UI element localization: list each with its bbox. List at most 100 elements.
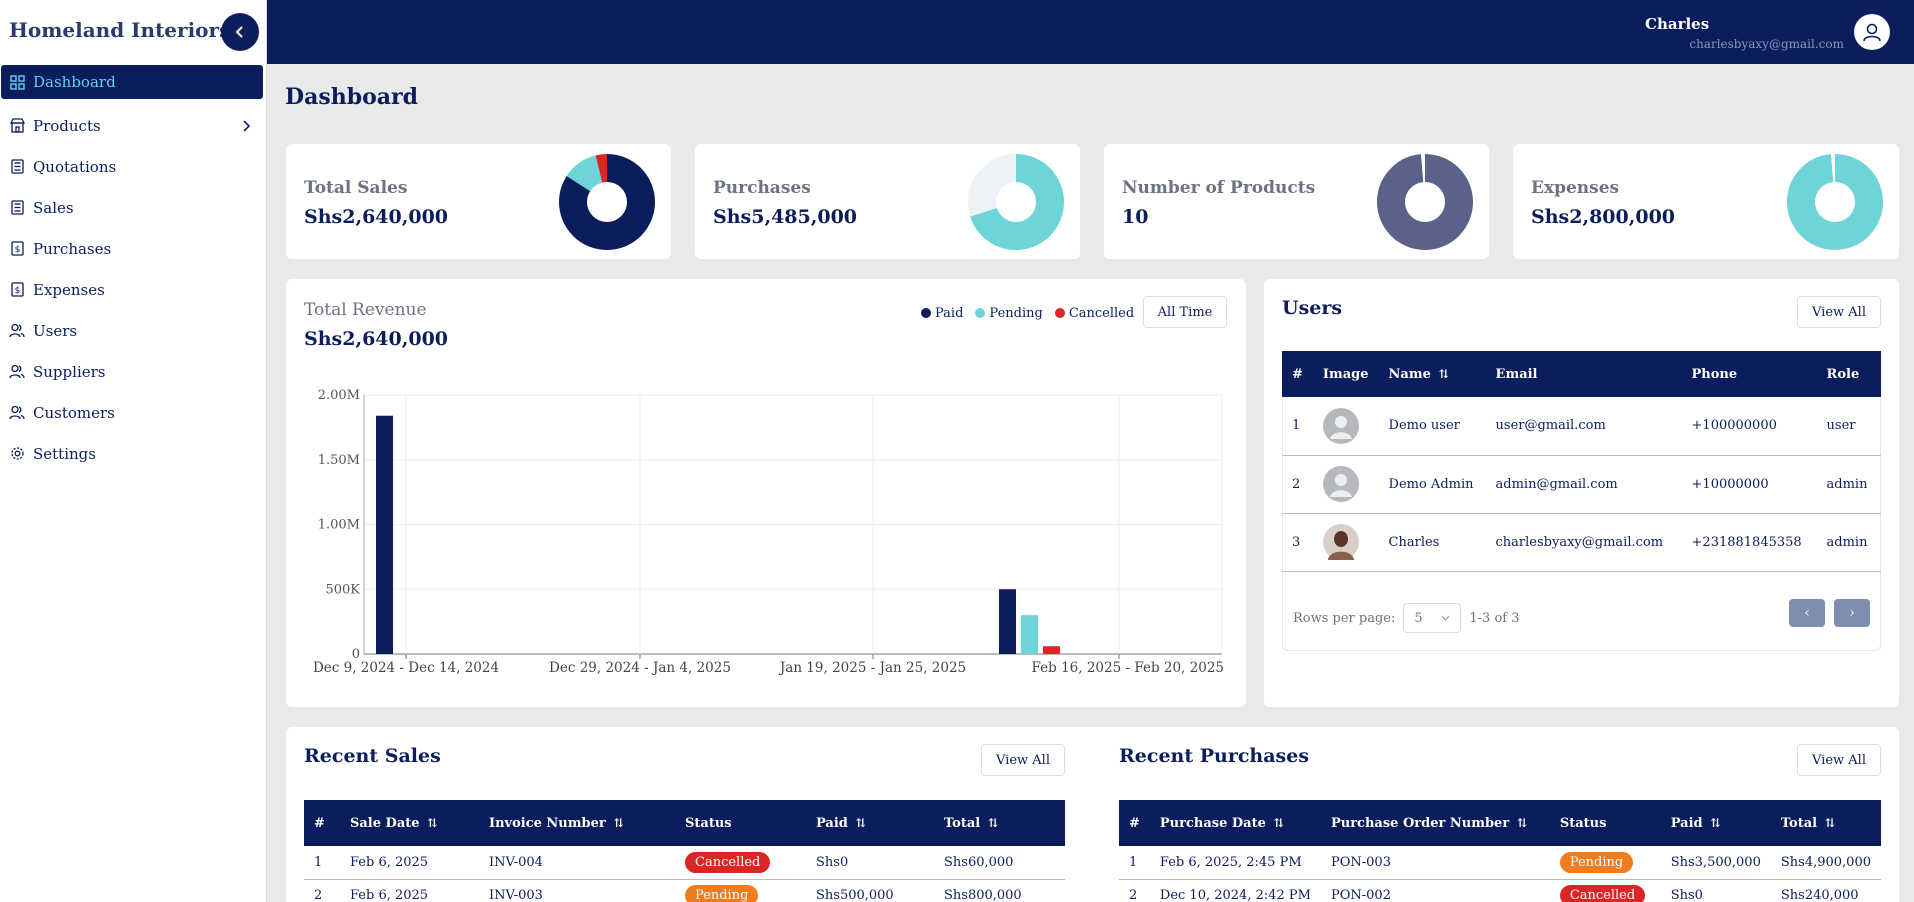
cell-status: Pending — [675, 879, 806, 902]
recent-sales-view-all-button[interactable]: View All — [981, 744, 1065, 776]
svg-text:$: $ — [14, 245, 20, 255]
rows-per-page-label: Rows per page: — [1293, 610, 1396, 626]
y-tick-label: 1.00M — [318, 518, 360, 533]
cell-phone: +10000000 — [1681, 455, 1817, 514]
cell-total: Shs4,900,000 — [1770, 846, 1881, 880]
y-tick-label: 1.50M — [318, 453, 360, 468]
cell-index: 3 — [1282, 513, 1313, 572]
stat-value: Shs5,485,000 — [713, 206, 858, 228]
table-row[interactable]: 3 Charles charlesbyaxy@gmail.com +231881… — [1282, 513, 1881, 572]
stat-label: Expenses — [1531, 178, 1620, 198]
collapse-sidebar-button[interactable] — [221, 13, 259, 51]
bar-paid — [376, 415, 393, 654]
col-paid[interactable]: Paid ⇅ — [806, 800, 934, 846]
sidebar-item-users[interactable]: Users — [0, 310, 267, 351]
sidebar-item-label: Customers — [33, 403, 115, 422]
col-phone: Phone — [1681, 351, 1817, 397]
stat-label: Purchases — [713, 178, 811, 198]
cell-date: Dec 10, 2024, 2:42 PM — [1149, 879, 1321, 902]
donut-chart — [559, 154, 655, 250]
revenue-card: Total Revenue Shs2,640,000 Paid Pending … — [286, 279, 1246, 707]
prev-page-button[interactable]: ‹ — [1789, 599, 1825, 627]
col-image: Image — [1312, 351, 1379, 397]
cell-total: Shs60,000 — [934, 846, 1065, 880]
table-row[interactable]: 2 Dec 10, 2024, 2:42 PM PON-002 Cancelle… — [1119, 879, 1881, 902]
recent-sales-table: # Sale Date ⇅ Invoice Number ⇅ Status Paid… — [304, 800, 1065, 902]
x-tick-label: Jan 19, 2025 - Jan 25, 2025 — [778, 660, 966, 676]
sidebar-item-settings[interactable]: Settings — [0, 433, 267, 474]
cell-index: 1 — [304, 846, 340, 880]
dollar-file-icon: $ — [9, 241, 25, 257]
col-paid[interactable]: Paid ⇅ — [1660, 800, 1771, 846]
x-tick-label: Dec 9, 2024 - Dec 14, 2024 — [313, 660, 499, 676]
stat-value: Shs2,800,000 — [1531, 206, 1676, 228]
col-role: Role — [1816, 351, 1881, 397]
user-avatar-button[interactable] — [1854, 14, 1890, 50]
status-badge: Pending — [1559, 851, 1634, 873]
sidebar-item-products[interactable]: Products — [0, 105, 267, 146]
table-row[interactable]: 1 Demo user user@gmail.com +100000000 us… — [1282, 397, 1881, 456]
stat-label: Number of Products — [1122, 178, 1316, 198]
col-index: # — [304, 800, 340, 846]
revenue-bar-chart: 0500K1.00M1.50M2.00MDec 9, 2024 - Dec 14… — [313, 388, 1224, 676]
table-row[interactable]: 1 Feb 6, 2025 INV-004 Cancelled Shs0 Shs… — [304, 846, 1065, 880]
sidebar-item-expenses[interactable]: $ Expenses — [0, 269, 267, 310]
table-header-row: # Sale Date ⇅ Invoice Number ⇅ Status Paid… — [304, 800, 1065, 846]
table-row[interactable]: 1 Feb 6, 2025, 2:45 PM PON-003 Pending S… — [1119, 846, 1881, 880]
dollar-file-icon: $ — [9, 282, 25, 298]
users-table: # Image Name ⇅ Email Phone Role 1 Demo us… — [1282, 351, 1881, 572]
cell-status: Cancelled — [675, 846, 806, 880]
sidebar-item-dashboard[interactable]: Dashboard — [1, 65, 263, 99]
col-invoice-number[interactable]: Invoice Number ⇅ — [479, 800, 675, 846]
sort-icon: ⇅ — [1825, 815, 1836, 830]
brand-logo[interactable]: Homeland Interiors — [9, 18, 230, 42]
users-icon — [9, 405, 25, 421]
sidebar-item-suppliers[interactable]: Suppliers — [0, 351, 267, 392]
sort-icon: ⇅ — [613, 815, 624, 830]
col-total[interactable]: Total ⇅ — [1770, 800, 1881, 846]
cell-index: 1 — [1119, 846, 1150, 880]
avatar — [1322, 466, 1359, 502]
cell-paid: Shs0 — [806, 846, 934, 880]
next-page-button[interactable]: › — [1834, 599, 1870, 627]
users-view-all-button[interactable]: View All — [1797, 296, 1881, 328]
sort-icon: ⇅ — [1710, 815, 1721, 830]
col-status: Status — [675, 800, 806, 846]
col-sale-date[interactable]: Sale Date ⇅ — [340, 800, 479, 846]
recent-purchases-view-all-button[interactable]: View All — [1797, 744, 1881, 776]
cell-image — [1312, 397, 1379, 456]
col-name[interactable]: Name ⇅ — [1378, 351, 1486, 397]
sidebar-item-purchases[interactable]: $ Purchases — [0, 228, 267, 269]
sidebar-item-sales[interactable]: Sales — [0, 187, 267, 228]
table-row[interactable]: 2 Feb 6, 2025 INV-003 Pending Shs500,000… — [304, 879, 1065, 902]
rows-per-page-select[interactable]: 5 — [1403, 603, 1462, 633]
page-range: 1-3 of 3 — [1469, 610, 1520, 626]
sidebar-item-label: Purchases — [33, 239, 112, 258]
col-total[interactable]: Total ⇅ — [934, 800, 1065, 846]
cell-index: 2 — [1282, 455, 1313, 514]
stat-label: Total Sales — [304, 178, 408, 198]
stat-value: 10 — [1122, 206, 1149, 228]
y-tick-label: 500K — [325, 582, 360, 597]
donut-chart — [968, 154, 1064, 250]
col-purchase-order-number[interactable]: Purchase Order Number ⇅ — [1320, 800, 1550, 846]
sidebar-item-label: Users — [33, 321, 78, 340]
col-purchase-date[interactable]: Purchase Date ⇅ — [1149, 800, 1321, 846]
sidebar-item-quotations[interactable]: Quotations — [0, 146, 267, 187]
cell-index: 2 — [304, 879, 340, 902]
chevron-right-icon — [241, 118, 251, 136]
sidebar-item-customers[interactable]: Customers — [0, 392, 267, 433]
cell-paid: Shs500,000 — [806, 879, 934, 902]
sort-icon: ⇅ — [1273, 815, 1284, 830]
stat-card-total-sales: Total Sales Shs2,640,000 — [286, 144, 671, 259]
table-row[interactable]: 2 Demo Admin admin@gmail.com +10000000 a… — [1282, 455, 1881, 514]
status-badge: Cancelled — [1559, 885, 1646, 902]
sort-icon: ⇅ — [988, 815, 999, 830]
stat-card-expenses: Expenses Shs2,800,000 — [1513, 144, 1899, 259]
y-tick-label: 2.00M — [318, 388, 360, 403]
cell-phone: +231881845358 — [1681, 513, 1817, 572]
calculator-icon — [9, 200, 25, 216]
cell-paid: Shs3,500,000 — [1660, 846, 1771, 880]
sidebar-item-label: Products — [33, 116, 101, 135]
col-status: Status — [1549, 800, 1661, 846]
